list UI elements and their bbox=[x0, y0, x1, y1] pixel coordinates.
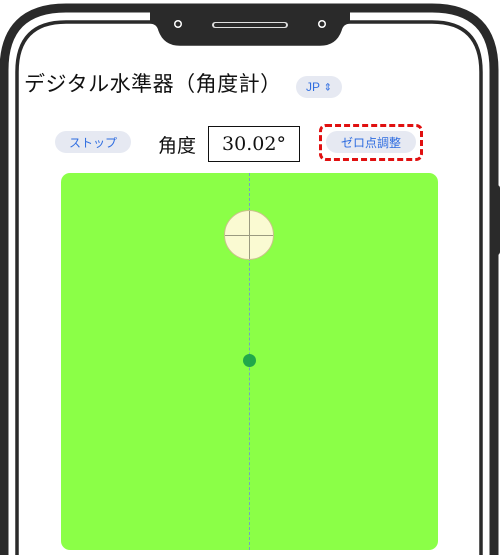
crosshair-icon bbox=[224, 210, 274, 260]
center-target-dot bbox=[243, 354, 256, 367]
zero-adjust-button[interactable]: ゼロ点調整 bbox=[326, 131, 416, 153]
level-panel bbox=[61, 173, 438, 550]
stop-button[interactable]: ストップ bbox=[55, 131, 132, 153]
language-value: JP bbox=[306, 80, 321, 94]
crosshair-vertical bbox=[249, 211, 250, 259]
angle-readout: 30.02° bbox=[208, 126, 300, 162]
chevron-up-down-icon: ⇕ bbox=[323, 80, 332, 92]
angle-label: 角度 bbox=[158, 135, 197, 157]
app-screen: デジタル水準器（角度計） JP ⇕ ストップ 角度 30.02° ゼロ点調整 bbox=[0, 0, 500, 555]
language-select[interactable]: JP ⇕ bbox=[296, 76, 342, 98]
page-title: デジタル水準器（角度計） bbox=[24, 72, 282, 96]
